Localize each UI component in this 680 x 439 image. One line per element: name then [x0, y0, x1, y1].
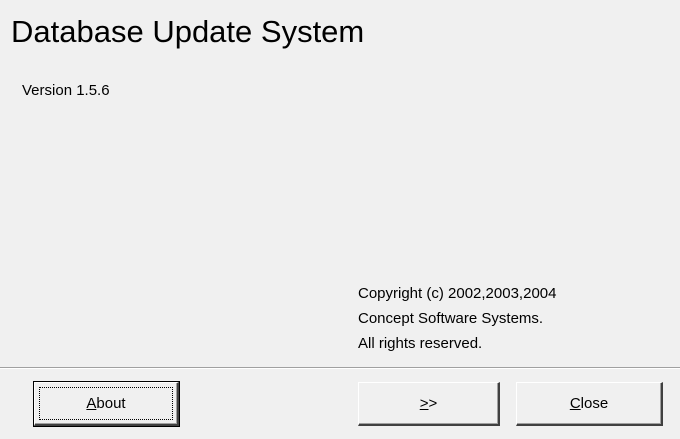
- close-label-rest: lose: [580, 395, 609, 412]
- close-accelerator: C: [569, 395, 581, 412]
- next-button-label: >>: [420, 395, 438, 412]
- version-label: Version 1.5.6: [22, 82, 110, 99]
- close-button-label: Close: [570, 395, 608, 412]
- dialog-title: Database Update System: [11, 14, 365, 49]
- about-button-label: About: [86, 395, 125, 412]
- about-label-rest: bout: [96, 395, 126, 412]
- company-line: Concept Software Systems.: [358, 310, 544, 327]
- copyright-line: Copyright (c) 2002,2003,2004: [358, 285, 557, 302]
- next-label-rest: >: [428, 395, 438, 412]
- rights-line: All rights reserved.: [358, 335, 483, 352]
- next-accelerator: >: [419, 395, 429, 412]
- about-button[interactable]: About: [33, 381, 180, 427]
- copyright-block: Copyright (c) 2002,2003,2004 Concept Sof…: [358, 281, 556, 356]
- close-button[interactable]: Close: [516, 382, 663, 426]
- about-accelerator: A: [86, 395, 97, 412]
- splash-dialog: Database Update System Version 1.5.6 Cop…: [0, 0, 680, 439]
- next-button[interactable]: >>: [358, 382, 500, 426]
- separator-line: [0, 367, 680, 369]
